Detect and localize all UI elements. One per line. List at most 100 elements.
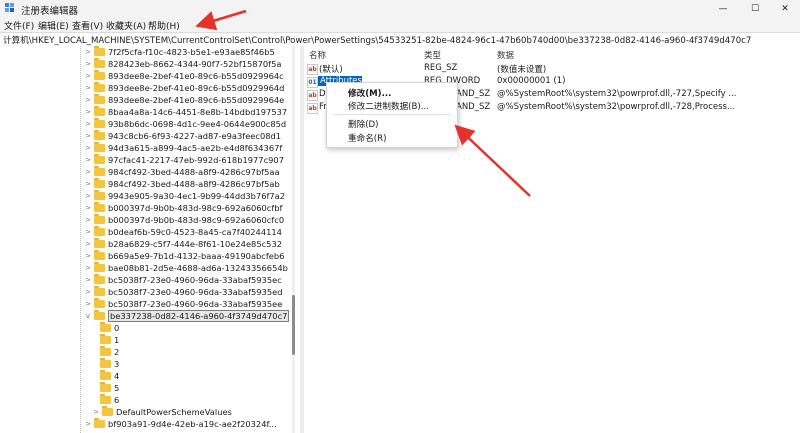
expand-icon[interactable]: > <box>92 408 100 416</box>
minimize-button[interactable]: — <box>708 0 738 18</box>
tree-item-label: 9943e905-9a30-4ec1-9b99-44dd3b76f7a2 <box>108 191 286 201</box>
close-button[interactable]: ✕ <box>770 0 800 18</box>
folder-icon <box>94 46 105 56</box>
folder-icon <box>94 166 105 176</box>
tree-item[interactable]: >9943e905-9a30-4ec1-9b99-44dd3b76f7a2 <box>84 190 285 202</box>
tree-child-item[interactable]: 6 <box>100 394 119 406</box>
tree-child-item[interactable]: 4 <box>100 370 119 382</box>
tree-item[interactable]: > bf903a91-9d4e-42eb-a19c-ae2f20324f... <box>84 418 277 430</box>
context-menu-rename[interactable]: 重命名(R) <box>348 132 386 144</box>
folder-icon <box>94 214 105 224</box>
address-path[interactable]: 计算机\HKEY_LOCAL_MACHINE\SYSTEM\CurrentCon… <box>3 34 751 46</box>
tree-item[interactable]: >943c8cb6-6f93-4227-ad87-e9a3feec08d1 <box>84 130 281 142</box>
key-tree[interactable]: >7f2f5cfa-f10c-4823-b5e1-e93ae85f46b5 >82… <box>0 46 300 433</box>
expand-icon[interactable]: > <box>84 276 92 284</box>
tree-item[interactable]: >893dee8e-2bef-41e0-89c6-b55d0929964c <box>84 70 284 82</box>
expand-icon[interactable]: > <box>84 300 92 308</box>
menu-favorites[interactable]: 收藏夹(A) <box>106 19 146 32</box>
expand-icon[interactable]: > <box>84 264 92 272</box>
tree-item[interactable]: >97cfac41-2217-47eb-992d-618b1977c907 <box>84 154 284 166</box>
expand-icon[interactable]: > <box>84 168 92 176</box>
value-type: AND_SZ <box>456 89 491 99</box>
context-menu-modify-binary[interactable]: 修改二进制数据(B)... <box>348 100 429 112</box>
tree-item[interactable]: > b000397d-9b0b-483d-98c9-692a6060cfbf <box>84 202 282 214</box>
expand-icon[interactable]: > <box>84 60 92 68</box>
address-bar[interactable]: 计算机\HKEY_LOCAL_MACHINE\SYSTEM\CurrentCon… <box>0 32 800 47</box>
tree-item[interactable]: > bc5038f7-23e0-4960-96da-33abaf5935ee <box>84 298 282 310</box>
expand-icon[interactable]: > <box>84 228 92 236</box>
context-menu-separator <box>333 114 451 115</box>
value-data: 0x00000001 (1) <box>497 76 566 86</box>
tree-item[interactable]: > bc5038f7-23e0-4960-96da-33abaf5935ed <box>84 286 282 298</box>
expand-icon[interactable]: > <box>84 72 92 80</box>
expand-icon[interactable]: > <box>84 48 92 56</box>
expand-icon[interactable]: > <box>84 144 92 152</box>
context-menu-delete[interactable]: 删除(D) <box>348 118 379 130</box>
tree-child-item[interactable]: 3 <box>100 358 119 370</box>
tree-item-selected[interactable]: v be337238-0d82-4146-a960-4f3749d470c7 <box>84 310 290 322</box>
close-icon: ✕ <box>781 4 789 14</box>
menu-help[interactable]: 帮助(H) <box>148 19 180 32</box>
value-row[interactable]: ab (默认) REG_SZ (数值未设置) <box>304 62 800 75</box>
expand-icon[interactable]: > <box>84 156 92 164</box>
collapse-icon[interactable]: v <box>84 312 92 320</box>
tree-item[interactable]: > bae08b81-2d5e-4688-ad6a-13243356654b <box>84 262 288 274</box>
tree-child-item[interactable]: 5 <box>100 382 119 394</box>
menu-file[interactable]: 文件(F) <box>4 19 34 32</box>
tree-item[interactable]: >828423eb-8662-4344-90f7-52bf15870f5a <box>84 58 281 70</box>
folder-icon <box>102 406 113 416</box>
expand-icon[interactable]: > <box>84 120 92 128</box>
tree-item-label: bc5038f7-23e0-4960-96da-33abaf5935ee <box>108 299 283 309</box>
tree-item[interactable]: > b0deaf6b-59c0-4523-8a45-ca7f40244114 <box>84 226 282 238</box>
tree-item[interactable]: > b28a6829-c5f7-444e-8f61-10e24e85c532 <box>84 238 282 250</box>
folder-icon <box>94 82 105 92</box>
expand-icon[interactable]: > <box>84 252 92 260</box>
tree-child-item[interactable]: 2 <box>100 346 119 358</box>
tree-child-item[interactable]: 0 <box>100 322 119 334</box>
expand-icon[interactable]: > <box>84 420 92 428</box>
folder-icon <box>94 70 105 80</box>
expand-icon[interactable]: > <box>84 96 92 104</box>
expand-icon[interactable]: > <box>84 84 92 92</box>
maximize-button[interactable]: ☐ <box>740 0 770 18</box>
expand-icon[interactable]: > <box>84 288 92 296</box>
menu-view[interactable]: 查看(V) <box>72 19 103 32</box>
tree-item[interactable]: >984cf492-3bed-4488-a8f9-4286c97bf5aa <box>84 166 280 178</box>
context-menu-modify[interactable]: 修改(M)... <box>348 87 391 99</box>
tree-item[interactable]: >94d3a615-a899-4ac5-ae2b-e4d8f634367f <box>84 142 282 154</box>
menu-edit[interactable]: 编辑(E) <box>38 19 69 32</box>
expand-icon[interactable]: > <box>84 132 92 140</box>
tree-child-item[interactable]: 1 <box>100 334 119 346</box>
folder-icon <box>100 394 111 404</box>
tree-item[interactable]: >893dee8e-2bef-41e0-89c6-b55d0929964d <box>84 82 284 94</box>
value-type: REG_SZ <box>424 63 458 73</box>
column-header-type[interactable]: 类型 <box>424 49 441 61</box>
tree-item-label: 943c8cb6-6f93-4227-ad87-e9a3feec08d1 <box>108 131 282 141</box>
folder-icon <box>100 358 111 368</box>
tree-child-item[interactable]: > DefaultPowerSchemeValues <box>92 406 232 418</box>
tree-item[interactable]: >8baa4a8a-14c6-4451-8e8b-14bdbd197537 <box>84 106 287 118</box>
expand-icon[interactable]: > <box>84 240 92 248</box>
column-header-name[interactable]: 名称 <box>309 49 326 61</box>
expand-icon[interactable]: > <box>84 108 92 116</box>
expand-icon[interactable]: > <box>84 216 92 224</box>
tree-item[interactable]: >93b8b6dc-0698-4d1c-9ee4-0644e900c85d <box>84 118 286 130</box>
tree-item[interactable]: >984cf492-3bed-4488-a8f9-4286c97bf5ab <box>84 178 280 190</box>
window-title: 注册表编辑器 <box>21 6 79 17</box>
value-name: D <box>319 89 326 99</box>
tree-item[interactable]: > bc5038f7-23e0-4960-96da-33abaf5935ec <box>84 274 282 286</box>
expand-icon[interactable]: > <box>84 192 92 200</box>
folder-icon <box>94 202 105 212</box>
tree-item[interactable]: > b669a5e9-7b1d-4132-baaa-49190abcfeb6 <box>84 250 284 262</box>
tree-scroll-thumb[interactable] <box>292 295 295 355</box>
tree-item[interactable]: > b000397d-9b0b-483d-98c9-692a6060cfc0 <box>84 214 284 226</box>
expand-icon[interactable]: > <box>84 180 92 188</box>
tree-item[interactable]: >7f2f5cfa-f10c-4823-b5e1-e93ae85f46b5 <box>84 46 275 58</box>
folder-icon <box>94 190 105 200</box>
tree-scrollbar[interactable] <box>292 46 295 433</box>
tree-item-label: 94d3a615-a899-4ac5-ae2b-e4d8f634367f <box>108 143 283 153</box>
string-value-icon: ab <box>307 64 318 75</box>
column-header-data[interactable]: 数据 <box>497 49 514 61</box>
tree-item[interactable]: >893dee8e-2bef-41e0-89c6-b55d0929964e <box>84 94 284 106</box>
expand-icon[interactable]: > <box>84 204 92 212</box>
